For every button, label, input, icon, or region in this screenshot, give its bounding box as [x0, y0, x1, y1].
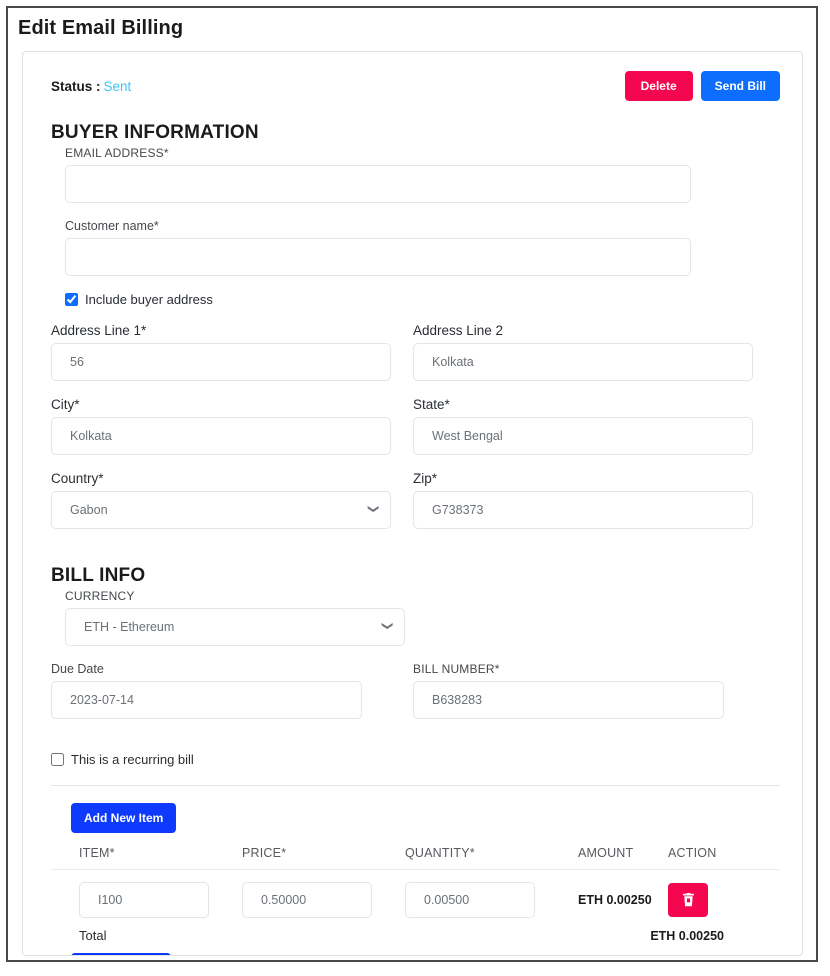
- currency-label: CURRENCY: [65, 589, 780, 603]
- section-divider: [51, 785, 780, 786]
- delete-item-button[interactable]: [668, 883, 708, 917]
- address-line-2-input[interactable]: [413, 343, 753, 381]
- bill-number-field: BILL NUMBER*: [413, 662, 753, 719]
- currency-block: CURRENCY ❮: [65, 589, 780, 646]
- due-date-label: Due Date: [51, 662, 391, 676]
- column-header-quantity: QUANTITY*: [405, 846, 578, 860]
- country-select[interactable]: [51, 491, 391, 529]
- country-label: Country*: [51, 471, 391, 486]
- include-buyer-address-row[interactable]: Include buyer address: [65, 292, 780, 307]
- bill-number-input[interactable]: [413, 681, 724, 719]
- status-badge: Status :Sent: [51, 79, 131, 94]
- email-address-label: EMAIL ADDRESS*: [65, 146, 780, 160]
- address-line-2-field: Address Line 2: [413, 323, 753, 381]
- city-input[interactable]: [51, 417, 391, 455]
- country-field: Country* ❮: [51, 471, 391, 529]
- total-amount-value: ETH 0.00250: [578, 929, 758, 943]
- column-header-item: ITEM*: [79, 846, 242, 860]
- zip-label: Zip*: [413, 471, 753, 486]
- state-input[interactable]: [413, 417, 753, 455]
- address-line-2-label: Address Line 2: [413, 323, 753, 338]
- column-header-price: PRICE*: [242, 846, 405, 860]
- country-select-wrap: ❮: [51, 491, 391, 529]
- email-address-input[interactable]: [65, 165, 691, 203]
- send-bill-button[interactable]: Send Bill: [701, 71, 780, 101]
- column-header-amount: AMOUNT: [578, 846, 668, 860]
- recurring-bill-checkbox[interactable]: [51, 753, 64, 766]
- address-line-1-field: Address Line 1*: [51, 323, 391, 381]
- zip-input[interactable]: [413, 491, 753, 529]
- customer-name-field: Customer name*: [65, 219, 780, 276]
- items-table-header: ITEM* PRICE* QUANTITY* AMOUNT ACTION: [51, 846, 780, 870]
- items-total-row: Total ETH 0.00250: [51, 918, 780, 943]
- state-label: State*: [413, 397, 753, 412]
- status-row: Status :Sent Delete Send Bill: [51, 70, 780, 102]
- trash-icon: [682, 893, 695, 907]
- address-line-1-label: Address Line 1*: [51, 323, 391, 338]
- currency-select[interactable]: [65, 608, 405, 646]
- edit-email-billing-card: Status :Sent Delete Send Bill BUYER INFO…: [22, 51, 803, 956]
- recurring-bill-row[interactable]: This is a recurring bill: [51, 752, 780, 767]
- city-label: City*: [51, 397, 391, 412]
- item-amount-value: ETH 0.00250: [578, 893, 668, 907]
- buyer-information-heading: BUYER INFORMATION: [51, 122, 780, 144]
- total-label: Total: [79, 928, 242, 943]
- zip-field: Zip*: [413, 471, 753, 529]
- customer-name-input[interactable]: [65, 238, 691, 276]
- address-line-1-input[interactable]: [51, 343, 391, 381]
- address-grid: Address Line 1* Address Line 2 City* Sta…: [51, 323, 780, 545]
- app-viewport: Edit Email Billing Status :Sent Delete S…: [6, 6, 818, 962]
- recurring-bill-label: This is a recurring bill: [71, 752, 194, 767]
- item-name-input[interactable]: [79, 882, 209, 918]
- bill-grid: Due Date BILL NUMBER*: [51, 662, 780, 735]
- city-field: City*: [51, 397, 391, 455]
- add-new-item-button[interactable]: Add New Item: [71, 803, 176, 833]
- status-value: Sent: [104, 79, 132, 94]
- currency-field: CURRENCY ❮: [65, 589, 780, 646]
- state-field: State*: [413, 397, 753, 455]
- delete-button[interactable]: Delete: [625, 71, 693, 101]
- include-buyer-address-label: Include buyer address: [85, 292, 213, 307]
- buyer-top-fields: EMAIL ADDRESS* Customer name*: [65, 146, 780, 276]
- item-price-input[interactable]: [242, 882, 372, 918]
- save-button[interactable]: Save: [71, 953, 171, 956]
- page-title: Edit Email Billing: [8, 8, 816, 50]
- email-address-field: EMAIL ADDRESS*: [65, 146, 780, 203]
- bill-info-heading: BILL INFO: [51, 565, 780, 587]
- top-actions: Delete Send Bill: [625, 71, 780, 101]
- due-date-field: Due Date: [51, 662, 391, 719]
- bill-number-label: BILL NUMBER*: [413, 662, 753, 676]
- currency-select-wrap: ❮: [65, 608, 405, 646]
- table-row: ETH 0.00250: [51, 870, 780, 918]
- due-date-input[interactable]: [51, 681, 362, 719]
- column-header-action: ACTION: [668, 846, 758, 860]
- status-label: Status :: [51, 79, 101, 94]
- customer-name-label: Customer name*: [65, 219, 780, 233]
- item-quantity-input[interactable]: [405, 882, 535, 918]
- include-buyer-address-checkbox[interactable]: [65, 293, 78, 306]
